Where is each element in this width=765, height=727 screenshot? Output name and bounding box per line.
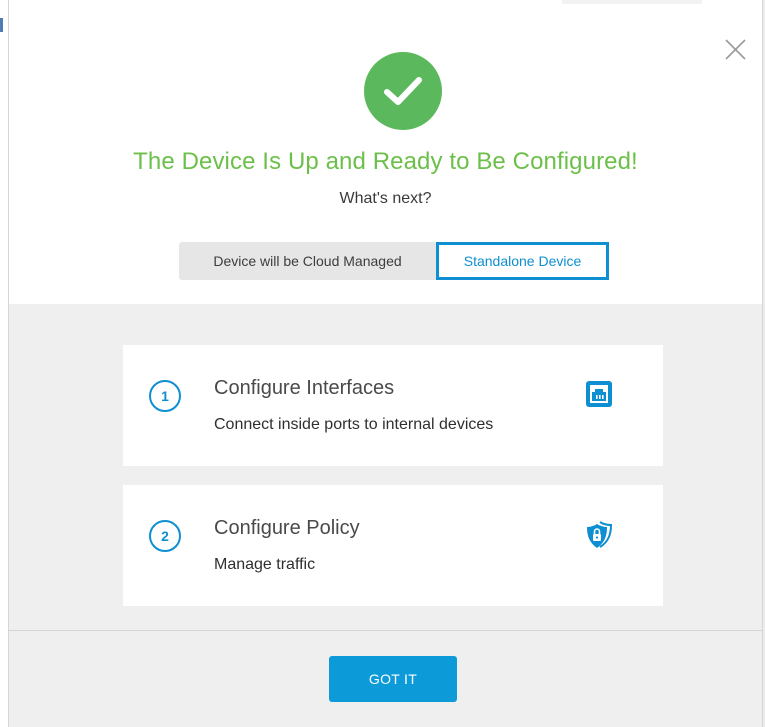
dialog-subtitle: What's next? bbox=[339, 190, 432, 207]
standalone-device-option[interactable]: Standalone Device bbox=[436, 242, 609, 280]
shield-lock-icon bbox=[587, 521, 613, 548]
step-number-badge: 1 bbox=[149, 380, 181, 412]
background-left-edge bbox=[0, 0, 9, 727]
step-title: Configure Interfaces bbox=[214, 377, 395, 399]
check-circle-icon bbox=[364, 52, 442, 130]
dialog-title: The Device Is Up and Ready to Be Configu… bbox=[133, 148, 638, 175]
management-mode-toggle: Device will be Cloud Managed Standalone … bbox=[179, 242, 609, 280]
step-title: Configure Policy bbox=[214, 517, 360, 539]
setup-complete-dialog: The Device Is Up and Ready to Be Configu… bbox=[9, 8, 762, 727]
ethernet-port-icon bbox=[586, 381, 612, 407]
step-description: Manage traffic bbox=[214, 556, 316, 573]
close-icon bbox=[725, 39, 746, 60]
cloud-managed-option[interactable]: Device will be Cloud Managed bbox=[179, 242, 436, 280]
step-card-configure-interfaces[interactable]: 1 Configure Interfaces Connect inside po… bbox=[123, 345, 663, 466]
got-it-button[interactable]: GOT IT bbox=[329, 656, 457, 702]
step-card-configure-policy[interactable]: 2 Configure Policy Manage traffic bbox=[123, 485, 663, 606]
close-button[interactable] bbox=[725, 39, 746, 60]
footer-divider bbox=[9, 630, 762, 631]
step-description: Connect inside ports to internal devices bbox=[214, 416, 494, 433]
step-number-badge: 2 bbox=[149, 520, 181, 552]
